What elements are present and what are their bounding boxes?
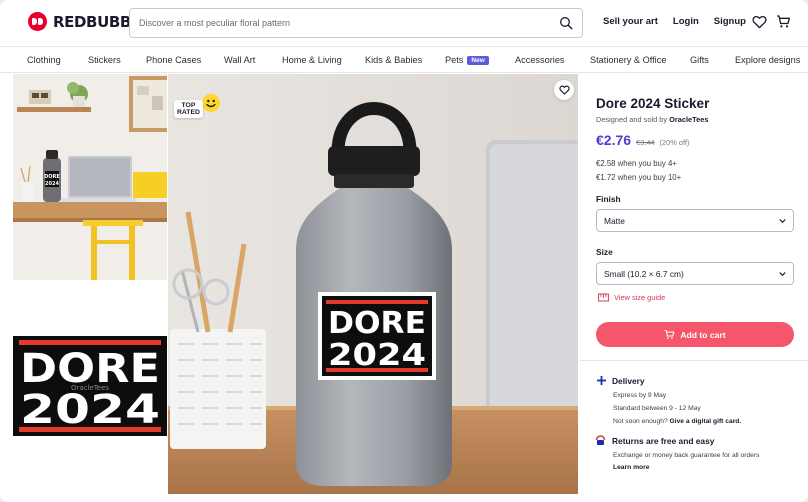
finish-value: Matte <box>604 216 625 226</box>
delivery-title: Delivery <box>612 376 645 386</box>
top-rated-badge: TOP RATED <box>172 86 220 118</box>
sticker-design-image: DORE 2024 OracleTees <box>13 336 167 436</box>
gift-card-line: Not soon enough? Give a digital gift car… <box>613 418 741 425</box>
nav-clothing[interactable]: Clothing <box>27 55 61 65</box>
nav-pets-label: Pets <box>445 55 464 65</box>
nav-kids-babies[interactable]: Kids & Babies <box>365 55 422 65</box>
search-icon[interactable] <box>559 16 573 30</box>
heart-icon <box>558 85 570 95</box>
chevron-down-icon <box>779 219 786 224</box>
returns-icon <box>595 435 606 445</box>
size-label: Size <box>596 247 613 257</box>
nav-accessories[interactable]: Accessories <box>515 55 565 65</box>
thumbnail-room-scene[interactable]: DORE 2024 <box>13 74 167 280</box>
svg-text:DORE: DORE <box>44 174 60 180</box>
cart-icon[interactable] <box>776 14 791 29</box>
product-title: Dore 2024 Sticker <box>596 96 710 111</box>
original-price: €3.44 <box>636 138 655 147</box>
finish-select[interactable]: Matte <box>596 209 794 232</box>
nav-gifts[interactable]: Gifts <box>690 55 709 65</box>
heart-icon[interactable] <box>752 15 767 29</box>
size-guide-text: View size guide <box>614 293 666 302</box>
product-page: REDBUBBLE Sell your art Login Signup Clo… <box>0 0 808 502</box>
favorite-button[interactable] <box>554 80 574 100</box>
svg-text:2024: 2024 <box>45 181 59 187</box>
discount-label: (20% off) <box>659 138 690 147</box>
redbubble-logo-icon <box>28 12 47 31</box>
nav-stationery-office[interactable]: Stationery & Office <box>590 55 666 65</box>
standard-delivery: Standard between 9 - 12 May <box>613 405 701 412</box>
nav-home-living[interactable]: Home & Living <box>282 55 342 65</box>
header: REDBUBBLE Sell your art Login Signup <box>0 0 808 45</box>
login-link[interactable]: Login <box>673 16 699 27</box>
gift-card-link[interactable]: Give a digital gift card. <box>670 418 742 425</box>
nav-explore-designs[interactable]: Explore designs <box>735 55 800 65</box>
new-badge: New <box>467 56 489 65</box>
product-details-panel: Dore 2024 Sticker Designed and sold by O… <box>580 74 808 502</box>
add-to-cart-label: Add to cart <box>680 329 726 340</box>
divider <box>580 360 808 361</box>
thumbnail-sticker[interactable]: DORE 2024 OracleTees <box>13 336 167 436</box>
category-nav: Clothing Stickers Phone Cases Wall Art H… <box>0 46 808 73</box>
signup-link[interactable]: Signup <box>714 16 746 27</box>
express-delivery: Express by 9 May <box>613 392 667 399</box>
designer-credit: Designed and sold by OracleTees <box>596 115 708 124</box>
nav-phone-cases[interactable]: Phone Cases <box>146 55 201 65</box>
add-to-cart-button[interactable]: Add to cart <box>596 322 794 347</box>
search-bar <box>129 8 583 38</box>
not-soon-text: Not soon enough? <box>613 418 670 425</box>
bottle-sticker-line2: 2024 <box>328 338 426 373</box>
sticker-line2: 2024 <box>20 387 160 433</box>
current-price: €2.76 <box>596 132 632 148</box>
nav-pets[interactable]: Pets New <box>445 55 489 65</box>
designer-link[interactable]: OracleTees <box>669 115 708 124</box>
delivery-plus-icon <box>597 376 606 385</box>
returns-title: Returns are free and easy <box>612 436 715 446</box>
bulk-price-4: €2.58 when you buy 4+ <box>596 159 677 168</box>
bulk-price-10: €1.72 when you buy 10+ <box>596 173 682 182</box>
ruler-icon <box>598 293 609 302</box>
smiley-icon <box>202 94 220 112</box>
nav-wall-art[interactable]: Wall Art <box>224 55 255 65</box>
header-links: Sell your art Login Signup <box>603 16 746 27</box>
size-value: Small (10.2 × 6.7 cm) <box>604 269 684 279</box>
price-row: €2.76 €3.44 (20% off) <box>596 132 689 148</box>
chevron-down-icon <box>779 272 786 277</box>
finish-label: Finish <box>596 194 621 204</box>
learn-more-row: Learn more <box>613 464 649 471</box>
size-guide-link[interactable]: View size guide <box>598 293 665 302</box>
bottle-sticker-line1: DORE <box>328 306 426 341</box>
top-rated-text: TOP RATED <box>174 100 203 118</box>
nav-stickers[interactable]: Stickers <box>88 55 121 65</box>
cart-plus-icon <box>665 329 675 339</box>
size-select[interactable]: Small (10.2 × 6.7 cm) <box>596 262 794 285</box>
designed-by-text: Designed and sold by <box>596 115 670 124</box>
room-scene-illustration: DORE 2024 <box>13 74 167 280</box>
returns-text: Exchange or money back guarantee for all… <box>613 452 760 459</box>
learn-more-link[interactable]: Learn more <box>613 464 649 471</box>
sell-your-art-link[interactable]: Sell your art <box>603 16 658 27</box>
search-input[interactable] <box>130 18 530 28</box>
water-bottle-scene: DORE 2024 <box>168 74 578 494</box>
main-product-image[interactable]: DORE 2024 TOP RATED <box>168 74 578 494</box>
thumbnail-list: DORE 2024 DORE 2024 OracleTees <box>13 74 167 494</box>
watermark-text: OracleTees <box>71 384 109 392</box>
